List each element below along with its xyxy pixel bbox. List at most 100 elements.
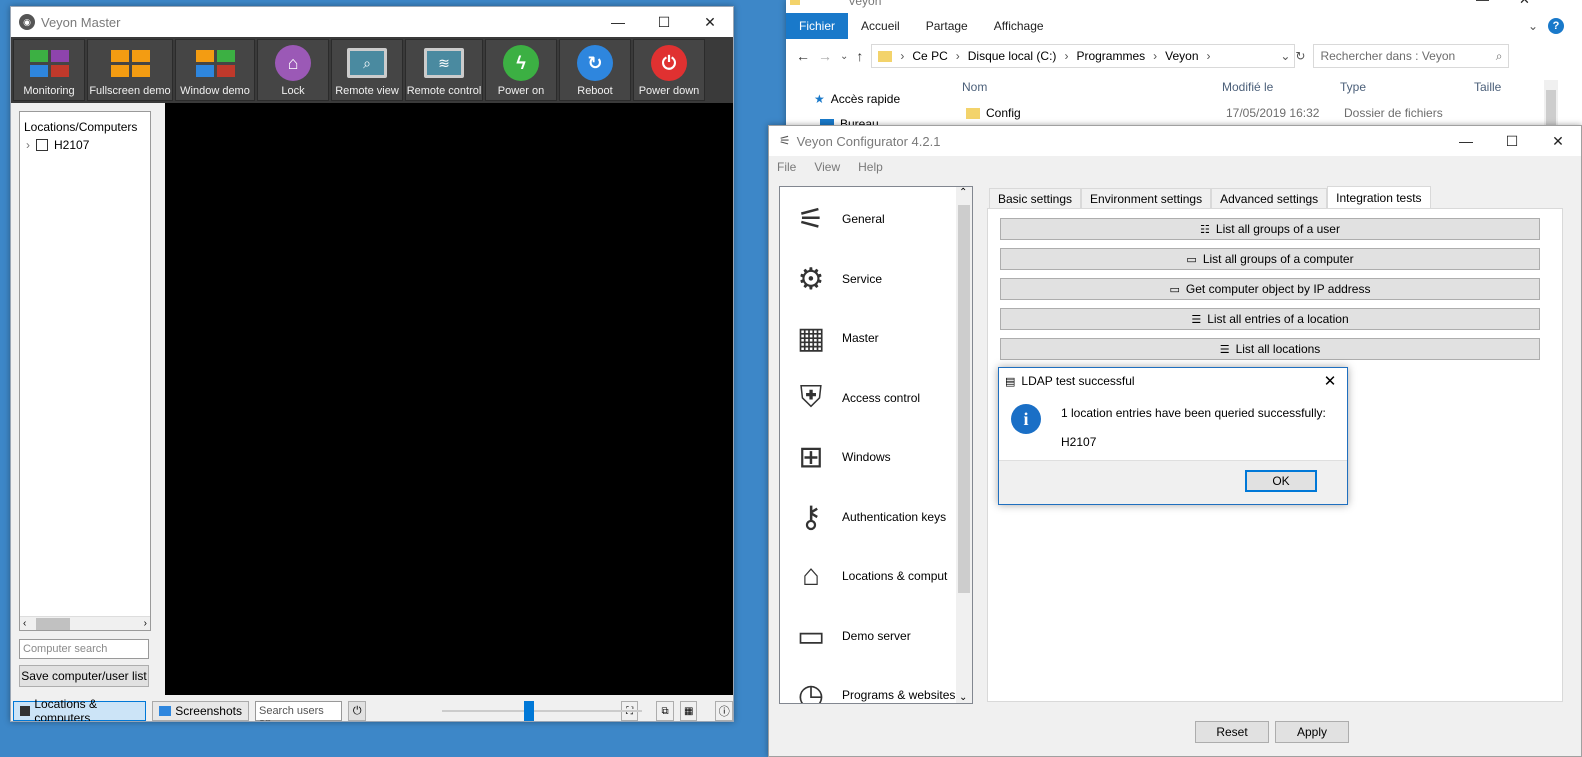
save-computer-list-button[interactable]: Save computer/user list (19, 665, 149, 687)
column-nom[interactable]: Nom (962, 80, 1222, 94)
window-demo-button[interactable]: Window demo (175, 39, 255, 101)
column-taille[interactable]: Taille (1474, 80, 1534, 94)
nav-vertical-scrollbar[interactable]: ⌃ ⌄ (956, 187, 972, 703)
dialog-message: 1 location entries have been queried suc… (1061, 406, 1326, 420)
server-icon: ▤ (1005, 375, 1016, 388)
location-checkbox[interactable] (36, 139, 48, 151)
minimize-button[interactable]: — (595, 7, 641, 37)
up-arrow-icon[interactable]: ↑ (856, 48, 863, 64)
ok-button[interactable]: OK (1245, 470, 1317, 492)
chevron-right-icon[interactable]: › (26, 138, 30, 152)
list-groups-of-computer-button[interactable]: ▭ List all groups of a computer (1000, 248, 1540, 270)
auto-layout-icon[interactable]: ⧉ (656, 701, 674, 721)
close-button[interactable]: ✕ (687, 7, 733, 37)
close-icon[interactable]: ✕ (1519, 0, 1530, 8)
fullscreen-demo-button[interactable]: Fullscreen demo (87, 39, 173, 101)
tab-partage[interactable]: Partage (913, 13, 981, 39)
master-grid-icon: ▦ (796, 321, 826, 355)
back-arrow-icon[interactable]: ← (796, 48, 810, 64)
path-segment[interactable]: Programmes (1076, 49, 1145, 63)
remote-view-label: Remote view (335, 85, 399, 97)
lock-button[interactable]: ⌂ Lock (257, 39, 329, 101)
help-icon[interactable]: ? (1548, 18, 1564, 34)
locations-header: Locations/Computers (24, 120, 138, 134)
nav-item-service[interactable]: ⚙ Service (780, 249, 956, 309)
apply-button[interactable]: Apply (1275, 721, 1349, 743)
nav-item-locations[interactable]: ⌂ Locations & comput (780, 546, 956, 606)
scroll-right-icon[interactable]: › (144, 618, 150, 629)
close-button[interactable]: ✕ (1535, 126, 1581, 156)
remote-control-button[interactable]: ≋ Remote control (405, 39, 483, 101)
reboot-button[interactable]: ↻ Reboot (559, 39, 631, 101)
about-info-icon[interactable]: ⓘ (715, 701, 733, 721)
nav-item-master[interactable]: ▦ Master (780, 308, 956, 368)
power-button-icon[interactable]: ⏻ (348, 701, 367, 721)
master-statusbar: Locations & computers Screenshots Search… (11, 697, 733, 721)
user-list-icon: ☷ (1200, 223, 1210, 236)
refresh-icon[interactable]: ↻ (1295, 49, 1305, 63)
tab-integration-tests[interactable]: Integration tests (1327, 186, 1431, 208)
menu-file[interactable]: File (777, 160, 796, 174)
chevron-down-icon[interactable]: ⌄ (1528, 19, 1538, 33)
path-segment[interactable]: Disque local (C:) (968, 49, 1057, 63)
nav-item-general[interactable]: ⚟ General (780, 189, 956, 249)
nav-item-access-control[interactable]: ⛨ Access control (780, 368, 956, 428)
user-search-input[interactable]: Search users an... (254, 701, 343, 721)
panel-horizontal-scrollbar[interactable]: ‹ › (20, 616, 150, 630)
path-segment[interactable]: Veyon (1165, 49, 1198, 63)
chevron-down-icon[interactable]: ⌄ (1280, 49, 1294, 63)
minimize-icon[interactable]: — (1476, 0, 1489, 8)
scroll-up-icon[interactable]: ⌃ (959, 187, 967, 198)
scroll-down-icon[interactable]: ⌄ (959, 692, 967, 703)
config-nav-list: ⚟ General ⚙ Service ▦ Master ⛨ Access co… (779, 186, 973, 704)
tab-environment-settings[interactable]: Environment settings (1081, 188, 1212, 208)
fullscreen-demo-label: Fullscreen demo (89, 85, 171, 97)
reset-button[interactable]: Reset (1195, 721, 1269, 743)
column-modifie[interactable]: Modifié le (1222, 80, 1340, 94)
path-segment[interactable]: Ce PC (912, 49, 947, 63)
grid-layout-icon[interactable]: ▦ (679, 701, 698, 721)
close-icon[interactable]: ✕ (1313, 372, 1347, 390)
dropdown-chevron-icon[interactable]: ⌄ (840, 51, 848, 62)
minimize-button[interactable]: — (1443, 126, 1489, 156)
menu-help[interactable]: Help (858, 160, 883, 174)
quick-access[interactable]: ★ Accès rapide (814, 92, 900, 106)
maximize-button[interactable]: ☐ (1489, 126, 1535, 156)
tree-item-h2107[interactable]: › H2107 (20, 138, 150, 152)
nav-label: Demo server (842, 629, 911, 643)
list-item[interactable]: Config 17/05/2019 16:32 Dossier de fichi… (966, 106, 1443, 120)
list-groups-of-user-button[interactable]: ☷ List all groups of a user (1000, 218, 1540, 240)
locations-computers-toggle[interactable]: Locations & computers (13, 697, 147, 721)
tab-affichage[interactable]: Affichage (981, 13, 1057, 39)
power-on-button[interactable]: ϟ Power on (485, 39, 557, 101)
address-bar[interactable]: › Ce PC › Disque local (C:) › Programmes… (871, 44, 1296, 68)
tab-advanced-settings[interactable]: Advanced settings (1211, 188, 1328, 208)
remote-view-button[interactable]: ⌕ Remote view (331, 39, 403, 101)
column-type[interactable]: Type (1340, 80, 1474, 94)
zoom-slider[interactable] (442, 701, 643, 721)
tab-fichier[interactable]: Fichier (786, 13, 849, 39)
computer-monitoring-area[interactable] (165, 103, 733, 695)
list-entries-of-location-button[interactable]: ☰ List all entries of a location (1000, 308, 1540, 330)
monitoring-button[interactable]: Monitoring (13, 39, 85, 101)
get-computer-by-ip-button[interactable]: ▭ Get computer object by IP address (1000, 278, 1540, 300)
nav-item-windows[interactable]: ⊞ Windows (780, 427, 956, 487)
forward-arrow-icon[interactable]: → (818, 48, 832, 64)
computer-search-input[interactable]: Computer search (19, 639, 149, 659)
power-down-label: Power down (638, 85, 700, 97)
tab-accueil[interactable]: Accueil (848, 13, 913, 39)
power-down-button[interactable]: ⏻ Power down (633, 39, 705, 101)
nav-item-programs-websites[interactable]: ◷ Programs & websites (780, 665, 956, 704)
menu-view[interactable]: View (814, 160, 840, 174)
button-label: List all groups of a computer (1202, 252, 1354, 266)
maximize-button[interactable]: ☐ (641, 7, 687, 37)
list-all-locations-button[interactable]: ☰ List all locations (1000, 338, 1540, 360)
scroll-left-icon[interactable]: ‹ (20, 618, 26, 629)
explorer-search-input[interactable]: Rechercher dans : Veyon ⌕ (1313, 44, 1510, 68)
nav-item-authentication-keys[interactable]: ⚷ Authentication keys (780, 487, 956, 547)
nav-item-demo-server[interactable]: ▭ Demo server (780, 606, 956, 666)
master-toolbar: Monitoring Fullscreen demo Window demo ⌂… (11, 37, 733, 103)
tab-basic-settings[interactable]: Basic settings (989, 188, 1082, 208)
zoom-slider-handle[interactable] (524, 701, 535, 721)
screenshots-toggle[interactable]: Screenshots (152, 701, 249, 721)
